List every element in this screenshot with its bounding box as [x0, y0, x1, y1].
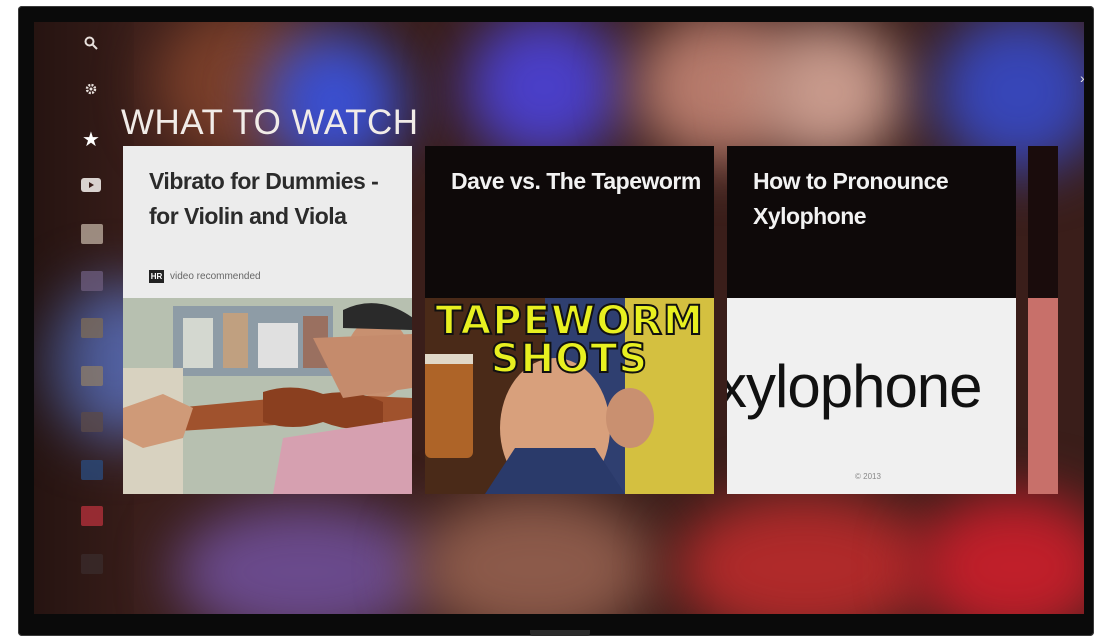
- thumbnail-footnote: © 2013: [855, 472, 881, 481]
- video-thumbnail: TAPEWORM SHOTS: [425, 298, 714, 494]
- left-nav-rail: ★: [34, 22, 134, 614]
- channel-thumbnail-icon[interactable]: [81, 506, 103, 526]
- channel-thumbnail-icon[interactable]: [81, 366, 103, 386]
- scroll-hint-icon: ›: [1080, 70, 1084, 86]
- channel-thumbnail-icon[interactable]: [81, 271, 103, 291]
- video-card[interactable]: Dave vs. The Tapeworm TAPEWORM SHOTS: [425, 146, 714, 494]
- youtube-icon[interactable]: [80, 174, 102, 196]
- channel-thumbnail-icon[interactable]: [81, 412, 103, 432]
- channel-thumbnail-icon[interactable]: [81, 460, 103, 480]
- search-icon[interactable]: [80, 32, 102, 54]
- section-title: WHAT TO WATCH: [121, 103, 419, 142]
- video-card[interactable]: Vibrato for Dummies - for Violin and Vio…: [123, 146, 412, 494]
- tv-stand: [530, 630, 590, 636]
- channel-thumbnail-icon[interactable]: [81, 224, 103, 244]
- recommendation-label: video recommended: [170, 271, 261, 282]
- star-icon[interactable]: ★: [80, 128, 102, 151]
- video-title: Dave vs. The Tapeworm: [451, 168, 701, 194]
- video-card[interactable]: How to Pronounce Xylophone xylophone © 2…: [727, 146, 1016, 494]
- video-carousel: Vibrato for Dummies - for Violin and Vio…: [123, 146, 1058, 494]
- thumbnail-caption: xylophone: [727, 353, 983, 420]
- gear-icon[interactable]: [80, 78, 102, 100]
- card-header: Vibrato for Dummies - for Violin and Vio…: [123, 146, 412, 298]
- video-thumbnail: [1028, 298, 1058, 494]
- video-title: Vibrato for Dummies - for Violin and Vio…: [149, 168, 379, 229]
- video-title: How to Pronounce Xylophone: [753, 168, 949, 229]
- thumbnail-caption: SHOTS: [490, 335, 649, 383]
- card-header: Dave vs. The Tapeworm: [425, 146, 714, 298]
- channel-thumbnail-icon[interactable]: [81, 554, 103, 574]
- card-header: How to Pronounce Xylophone: [727, 146, 1016, 298]
- recommendation-badge: HR video recommended: [149, 270, 261, 283]
- video-card-partial[interactable]: [1028, 146, 1058, 494]
- channel-thumbnail-icon[interactable]: [81, 318, 103, 338]
- recommended-icon: HR: [149, 270, 164, 283]
- video-thumbnail: xylophone © 2013: [727, 298, 1016, 494]
- video-thumbnail: [123, 298, 412, 494]
